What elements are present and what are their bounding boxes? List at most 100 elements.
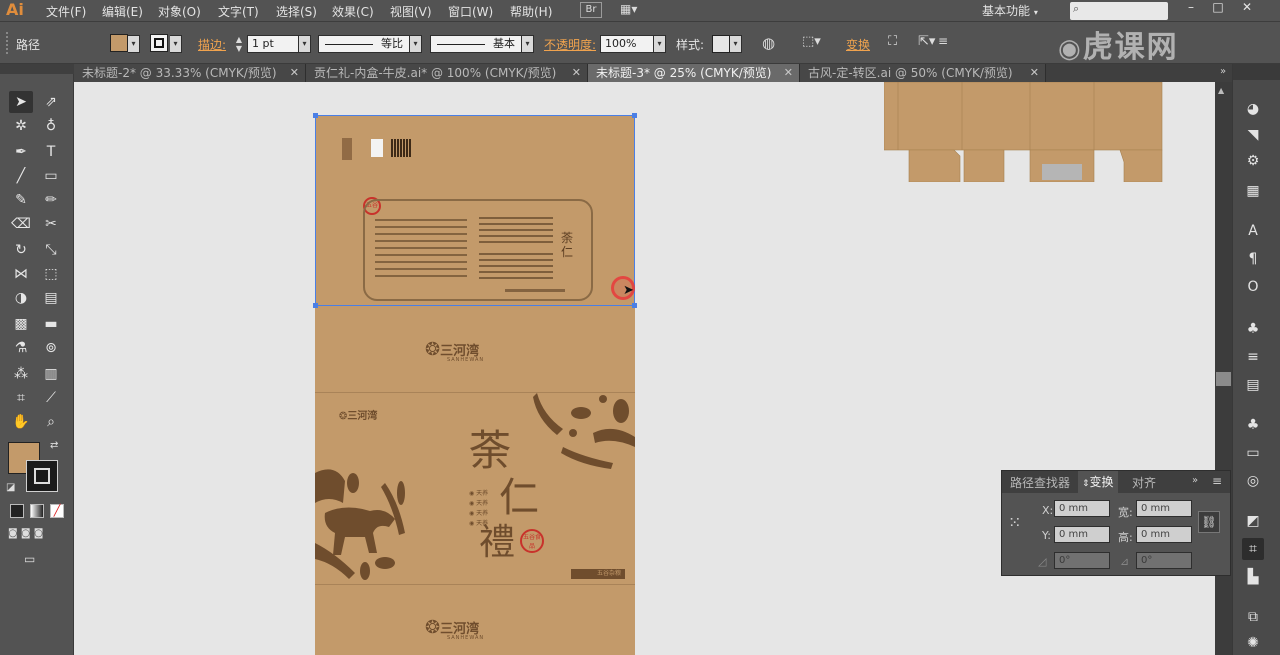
screen-mode-icon[interactable]: ▭ xyxy=(24,552,46,568)
fill-swatch[interactable] xyxy=(110,34,128,52)
brushes-grid-icon[interactable]: ▦ xyxy=(1242,180,1264,202)
tab-document-1[interactable]: 未标题-2* @ 33.33% (CMYK/预览) ✕ xyxy=(74,64,306,82)
tab-document-2[interactable]: 贡仁礼-内盒-牛皮.ai* @ 100% (CMYK/预览) ✕ xyxy=(306,64,588,82)
align-options-icon[interactable]: ⬚▾ xyxy=(802,34,821,49)
opacity-label[interactable]: 不透明度: xyxy=(544,36,596,53)
close-button[interactable]: ✕ xyxy=(1236,0,1258,14)
panel-menu-icon[interactable]: ≡ xyxy=(1212,474,1222,488)
selection-bounding-box[interactable] xyxy=(313,113,637,308)
selection-handle[interactable] xyxy=(632,113,637,118)
tab-document-4[interactable]: 古风-定-转区.ai @ 50% (CMYK/预览) ✕ xyxy=(800,64,1046,82)
menu-view[interactable]: 视图(V) xyxy=(390,3,432,20)
arrange-documents-icon[interactable]: ▦▾ xyxy=(620,2,650,18)
align-panel-icon[interactable]: ▙ xyxy=(1242,566,1264,588)
paintbrush-tool-icon[interactable]: ✎ xyxy=(9,189,33,211)
rectangle-tool-icon[interactable]: ▭ xyxy=(39,165,63,187)
scrollbar-thumb[interactable] xyxy=(1216,372,1231,386)
artboard-tool-icon[interactable]: ⌗ xyxy=(9,387,33,409)
graphic-style-swatch[interactable] xyxy=(712,35,730,53)
stroke-weight-dropdown[interactable]: ▾ xyxy=(299,35,311,53)
bridge-button[interactable]: Br xyxy=(580,2,602,18)
brush-definition[interactable]: 基本 xyxy=(430,35,522,53)
scale-tool-icon[interactable]: ⤡ xyxy=(39,239,63,261)
width-tool-icon[interactable]: ⋈ xyxy=(9,263,33,285)
gradient-mode-icon[interactable] xyxy=(30,504,44,518)
swatches-icon[interactable]: ⚙ xyxy=(1242,150,1264,172)
opentype-panel-icon[interactable]: O xyxy=(1242,276,1264,298)
color-mode-icon[interactable] xyxy=(10,504,24,518)
column-graph-tool-icon[interactable]: ▥ xyxy=(39,363,63,385)
shear-input[interactable]: 0° xyxy=(1136,552,1192,569)
search-input[interactable]: ⌕ xyxy=(1070,2,1168,20)
variable-width-profile[interactable]: 等比 xyxy=(318,35,410,53)
transform-link[interactable]: 变换 xyxy=(846,36,870,53)
blob-brush-tool-icon[interactable]: ⌫ xyxy=(9,213,33,235)
stroke-weight-input[interactable]: 1 pt xyxy=(247,35,299,53)
color-panel-icon[interactable]: ◕ xyxy=(1242,98,1264,120)
collapse-panel-icon[interactable]: » xyxy=(1192,475,1198,486)
panel-options-icon[interactable]: ⇱▾ xyxy=(918,34,935,49)
blend-tool-icon[interactable]: ⊚ xyxy=(39,337,63,359)
height-input[interactable]: 0 mm xyxy=(1136,526,1192,543)
drawing-modes-icon[interactable]: ◙ ◙ ◙ xyxy=(8,528,68,542)
profile-dropdown[interactable]: ▾ xyxy=(410,35,422,53)
zoom-tool-icon[interactable]: ⌕ xyxy=(39,411,63,433)
type-tool-icon[interactable]: T xyxy=(39,141,63,163)
swap-colors-icon[interactable]: ⇄ xyxy=(50,440,58,451)
default-colors-icon[interactable]: ◪ xyxy=(6,482,15,493)
paragraph-panel-icon[interactable]: ¶ xyxy=(1242,248,1264,270)
recolor-artwork-icon[interactable]: ◍ xyxy=(762,34,775,52)
direct-selection-tool-icon[interactable]: ⇗ xyxy=(39,91,63,113)
brush-dropdown[interactable]: ▾ xyxy=(522,35,534,53)
artboards-panel-icon[interactable]: ⧉ xyxy=(1242,606,1264,628)
menu-lines-icon[interactable]: ≡ xyxy=(1242,346,1264,368)
tabs-overflow-icon[interactable]: » xyxy=(1220,66,1226,77)
menu-effect[interactable]: 效果(C) xyxy=(332,3,374,20)
lasso-tool-icon[interactable]: ♁ xyxy=(39,115,63,137)
selection-handle[interactable] xyxy=(313,113,318,118)
tab-document-3[interactable]: 未标题-3* @ 25% (CMYK/预览) ✕ xyxy=(588,64,800,82)
character-panel-icon[interactable]: A xyxy=(1242,220,1264,242)
maximize-button[interactable]: □ xyxy=(1207,0,1229,14)
layers-panel-icon[interactable]: ◩ xyxy=(1242,510,1264,532)
stroke-label[interactable]: 描边: xyxy=(198,36,226,53)
menu-edit[interactable]: 编辑(E) xyxy=(102,3,143,20)
menu-type[interactable]: 文字(T) xyxy=(218,3,259,20)
color-guide-icon[interactable]: ◥ xyxy=(1242,124,1264,146)
opacity-dropdown[interactable]: ▾ xyxy=(654,35,666,53)
scroll-up-icon[interactable]: ▲ xyxy=(1218,86,1224,95)
y-input[interactable]: 0 mm xyxy=(1054,526,1110,543)
club-icon[interactable]: ♣ xyxy=(1242,414,1264,436)
menu-window[interactable]: 窗口(W) xyxy=(448,3,493,20)
eyedropper-tool-icon[interactable]: ⚗ xyxy=(9,337,33,359)
reference-point-icon[interactable]: ⁙ xyxy=(1008,513,1028,533)
scissors-tool-icon[interactable]: ✂ xyxy=(39,213,63,235)
transform-panel-icon[interactable]: ⌗ xyxy=(1242,538,1264,560)
symbol-sprayer-tool-icon[interactable]: ⁂ xyxy=(9,363,33,385)
menu-object[interactable]: 对象(O) xyxy=(158,3,201,20)
minimize-button[interactable]: – xyxy=(1180,0,1202,14)
shape-builder-tool-icon[interactable]: ◑ xyxy=(9,287,33,309)
tab-align[interactable]: 对齐 xyxy=(1128,474,1160,491)
menu-file[interactable]: 文件(F) xyxy=(46,3,86,20)
pen-tool-icon[interactable]: ✒ xyxy=(9,141,33,163)
tab-transform[interactable]: ⇕变换 xyxy=(1078,471,1118,493)
slice-tool-icon[interactable]: ⟋ xyxy=(39,387,63,409)
menu-help[interactable]: 帮助(H) xyxy=(510,3,552,20)
stroke-swatch[interactable] xyxy=(150,34,168,52)
workspace-switcher[interactable]: 基本功能 ▾ xyxy=(976,2,1044,19)
stroke-dropdown[interactable]: ▾ xyxy=(170,35,182,53)
fill-dropdown[interactable]: ▾ xyxy=(128,35,140,53)
constrain-proportions-icon[interactable]: ⛓ xyxy=(1198,511,1220,533)
rotate-input[interactable]: 0° xyxy=(1054,552,1110,569)
selection-tool-icon[interactable]: ➤ xyxy=(9,91,33,113)
stroke-color-swatch[interactable] xyxy=(26,460,58,492)
close-icon[interactable]: ✕ xyxy=(572,64,581,82)
opacity-input[interactable]: 100% xyxy=(600,35,654,53)
perspective-grid-tool-icon[interactable]: ▤ xyxy=(39,287,63,309)
isolate-icon[interactable]: ⛶ xyxy=(888,34,897,49)
secondary-dieline[interactable] xyxy=(884,82,1164,182)
line-tool-icon[interactable]: ╱ xyxy=(9,165,33,187)
gradient-tool-icon[interactable]: ▬ xyxy=(39,313,63,335)
transparency-panel-icon[interactable]: ◎ xyxy=(1242,470,1264,492)
